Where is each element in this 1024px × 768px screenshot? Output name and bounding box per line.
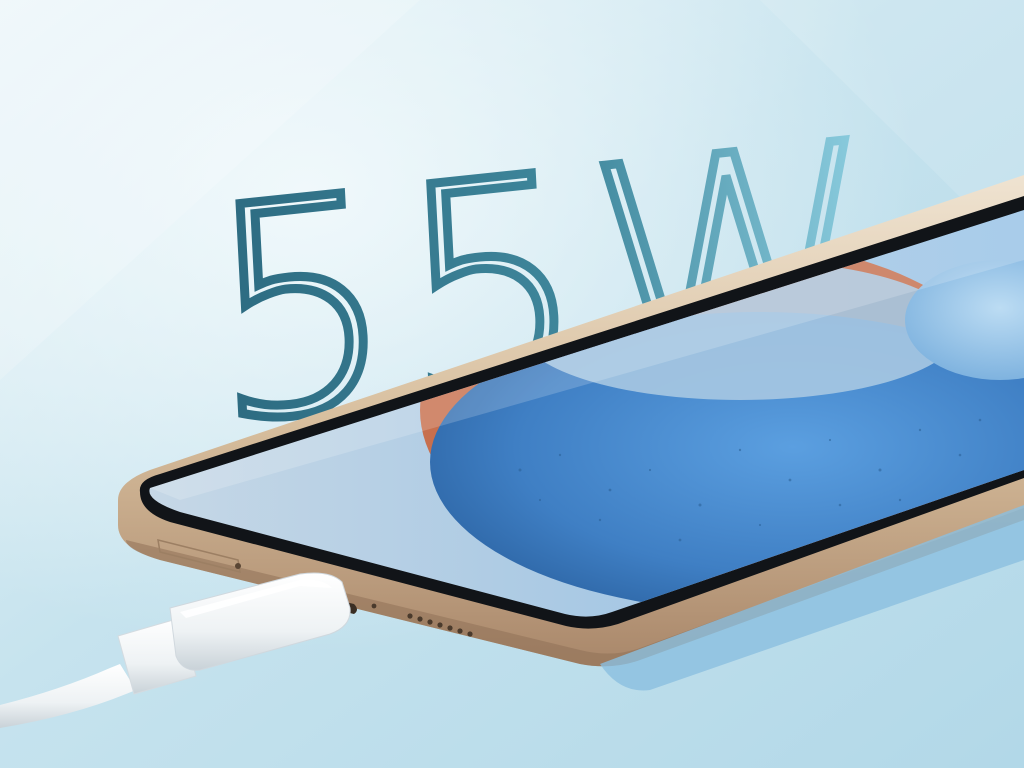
product-scene: 55W <box>0 0 1024 768</box>
sim-eject-hole <box>235 563 241 569</box>
scene-graphics: 55W <box>0 0 1024 768</box>
